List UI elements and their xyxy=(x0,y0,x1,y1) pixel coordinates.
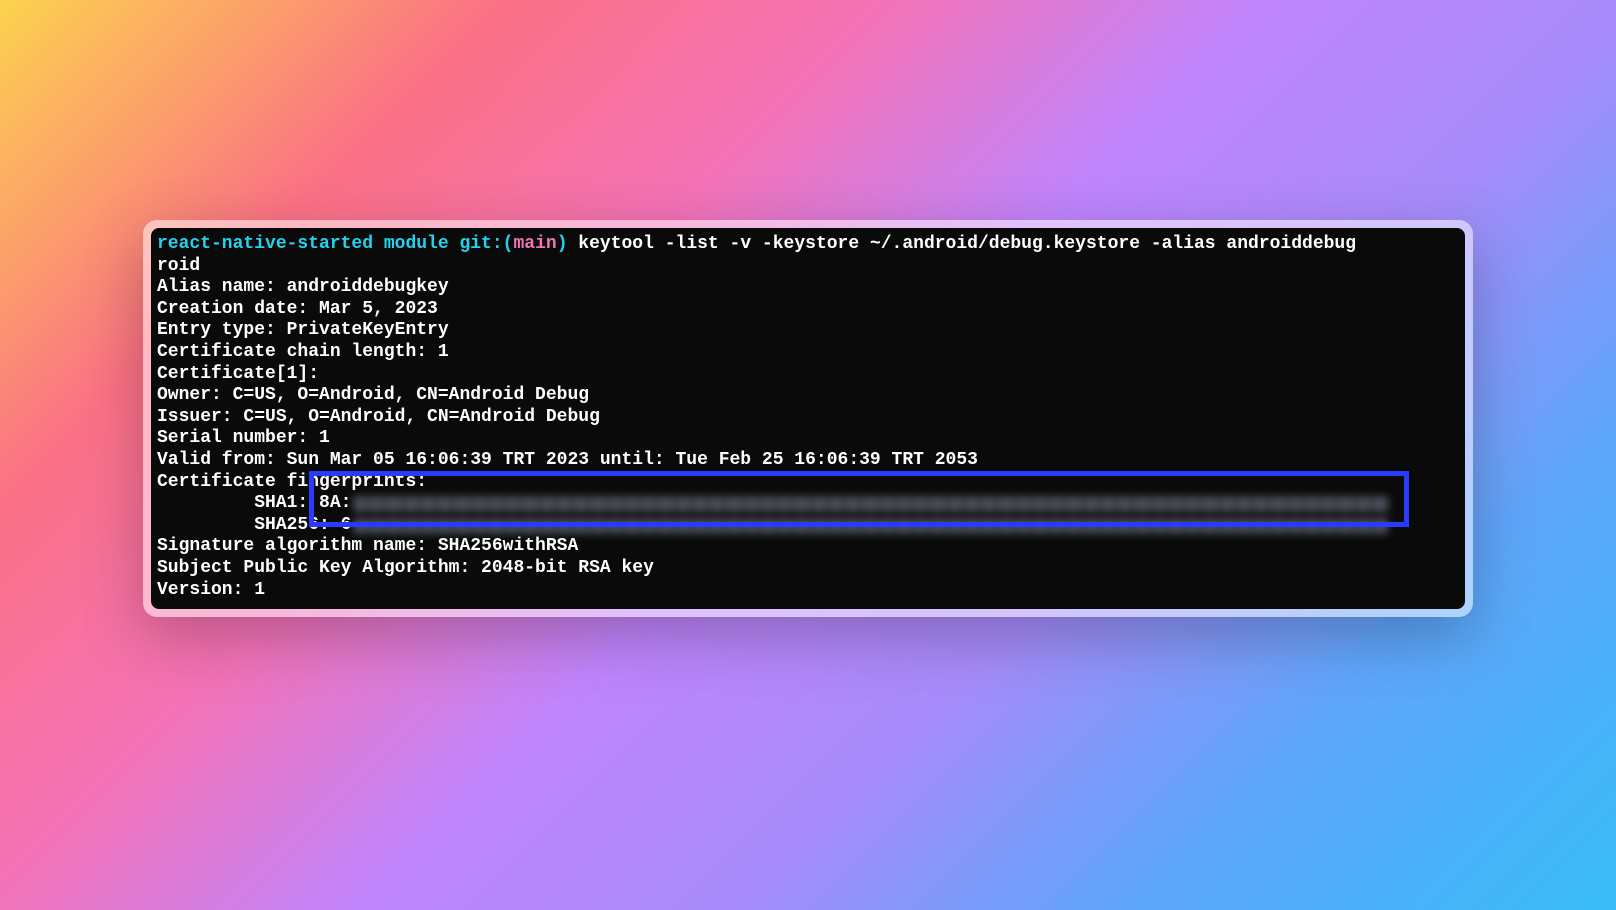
certificate-index-line: Certificate[1]: xyxy=(151,364,1465,386)
owner-line: Owner: C=US, O=Android, CN=Android Debug xyxy=(151,385,1465,407)
serial-number-line: Serial number: 1 xyxy=(151,428,1465,450)
terminal-window-frame: react-native-started module git:(main) k… xyxy=(143,220,1473,617)
sha1-label: SHA1: 8A: xyxy=(157,493,351,515)
git-close: ) xyxy=(557,234,568,254)
command-line: react-native-started module git:(main) k… xyxy=(151,234,1465,256)
git-branch: main xyxy=(513,234,556,254)
valid-from-line: Valid from: Sun Mar 05 16:06:39 TRT 2023… xyxy=(151,450,1465,472)
sha256-value-redacted xyxy=(353,518,1389,534)
sha256-fingerprint-line: SHA256: 6 xyxy=(151,515,1465,537)
fingerprints-header-line: Certificate fingerprints: xyxy=(151,472,1465,494)
terminal-output[interactable]: react-native-started module git:(main) k… xyxy=(151,228,1465,609)
signature-algorithm-line: Signature algorithm name: SHA256withRSA xyxy=(151,536,1465,558)
entry-type-line: Entry type: PrivateKeyEntry xyxy=(151,320,1465,342)
issuer-line: Issuer: C=US, O=Android, CN=Android Debu… xyxy=(151,407,1465,429)
sha1-value-redacted xyxy=(353,496,1389,512)
alias-name-line: Alias name: androiddebugkey xyxy=(151,277,1465,299)
sha256-label: SHA256: 6 xyxy=(157,515,351,537)
prompt-path: react-native-started module xyxy=(157,234,459,254)
chain-length-line: Certificate chain length: 1 xyxy=(151,342,1465,364)
git-label: git:( xyxy=(459,234,513,254)
creation-date-line: Creation date: Mar 5, 2023 xyxy=(151,299,1465,321)
output-line: roid xyxy=(151,256,1465,278)
sha1-fingerprint-line: SHA1: 8A: xyxy=(151,493,1465,515)
public-key-algorithm-line: Subject Public Key Algorithm: 2048-bit R… xyxy=(151,558,1465,580)
command-text: keytool -list -v -keystore ~/.android/de… xyxy=(568,234,1357,254)
version-line: Version: 1 xyxy=(151,580,1465,602)
